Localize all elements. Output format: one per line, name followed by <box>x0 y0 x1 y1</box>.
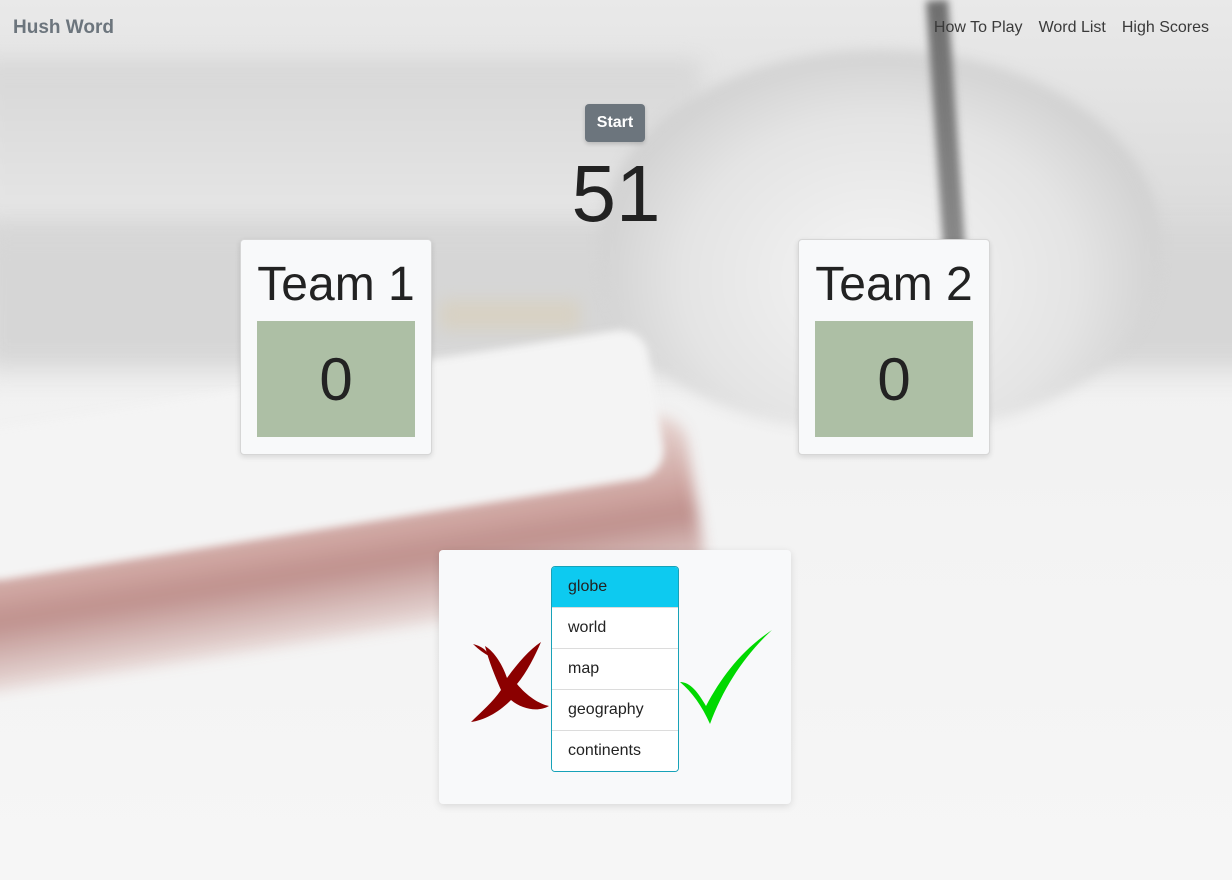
hush-word: geography <box>552 689 678 730</box>
target-word: globe <box>552 567 678 607</box>
correct-checkmark-icon[interactable] <box>676 626 776 726</box>
team-name: Team 1 <box>257 258 415 311</box>
nav-links: How To Play Word List High Scores <box>934 19 1209 37</box>
wrong-x-icon[interactable] <box>455 626 555 726</box>
hush-word: map <box>552 648 678 689</box>
nav-link-how-to-play[interactable]: How To Play <box>934 19 1023 37</box>
hush-word: world <box>552 607 678 648</box>
team-score: 0 <box>319 345 353 413</box>
team-name: Team 2 <box>815 258 973 311</box>
team-score: 0 <box>877 345 911 413</box>
word-panel: globe world map geography continents <box>439 550 791 804</box>
score-box: 0 <box>815 321 973 437</box>
nav-link-high-scores[interactable]: High Scores <box>1122 19 1209 37</box>
team-card-2: Team 2 0 <box>798 239 990 455</box>
countdown-timer: 51 <box>571 149 661 238</box>
score-box: 0 <box>257 321 415 437</box>
team-card-1: Team 1 0 <box>240 239 432 455</box>
word-list: globe world map geography continents <box>551 566 679 772</box>
nav-link-word-list[interactable]: Word List <box>1039 19 1106 37</box>
brand-logo[interactable]: Hush Word <box>13 17 114 39</box>
hush-word: continents <box>552 730 678 771</box>
start-button[interactable]: Start <box>585 104 645 142</box>
navbar: Hush Word How To Play Word List High Sco… <box>0 0 1232 56</box>
